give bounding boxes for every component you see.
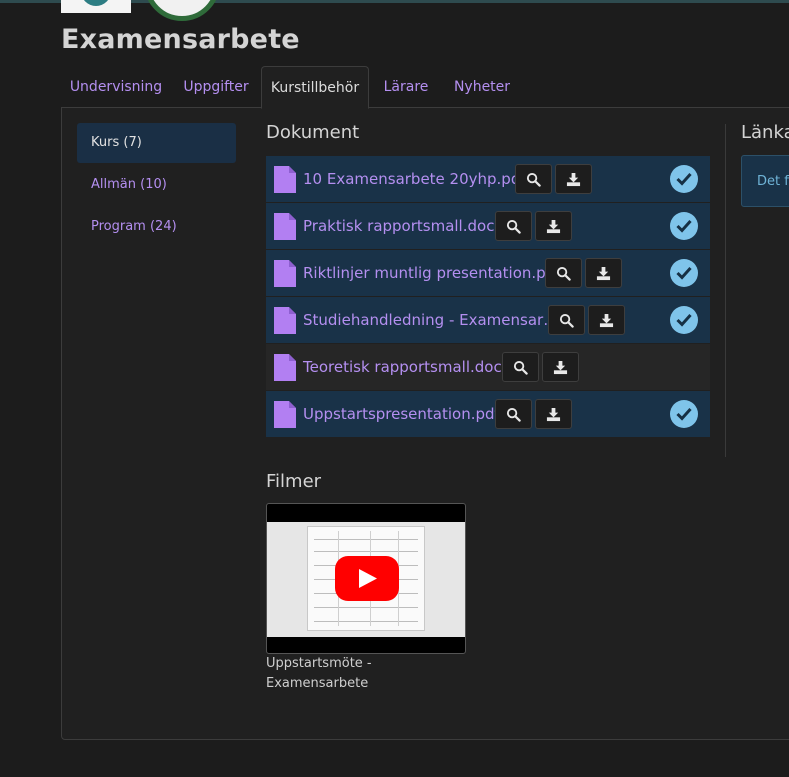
document-row: 10 Examensarbete 20yhp.pdf [266,156,710,202]
download-icon [596,266,611,281]
tab-undervisning[interactable]: Undervisning [61,66,171,108]
search-icon [559,313,574,328]
tab-uppgifter[interactable]: Uppgifter [171,66,261,108]
document-link[interactable]: Riktlinjer muntlig presentation.pdf [303,250,561,296]
download-button[interactable] [535,211,572,241]
tab-nyheter[interactable]: Nyheter [443,66,521,108]
preview-button[interactable] [548,305,585,335]
search-icon [513,360,528,375]
download-button[interactable] [535,399,572,429]
document-row: Uppstartspresentation.pdf [266,391,710,437]
check-circle-icon [670,259,698,287]
download-icon [546,219,561,234]
download-icon [566,172,581,187]
video-title[interactable]: Uppstartsmöte - Examensarbete [266,654,426,694]
preview-button[interactable] [495,211,532,241]
sidebar-item-kurs[interactable]: Kurs (7) [77,123,236,163]
document-link[interactable]: 10 Examensarbete 20yhp.pdf [303,156,526,202]
logo-emblem [81,0,111,6]
document-link[interactable]: Uppstartspresentation.pdf [303,391,500,437]
file-icon [274,401,296,428]
preview-button[interactable] [502,352,539,382]
document-link[interactable]: Studiehandledning - Examensar… [303,297,558,343]
document-row: Riktlinjer muntlig presentation.pdf [266,250,710,296]
document-row: Praktisk rapportsmall.docx [266,203,710,249]
document-link[interactable]: Teoretisk rapportsmall.docx [303,344,511,390]
documents-heading: Dokument [266,122,360,143]
partner-logo[interactable] [144,0,220,21]
links-heading: Länka [741,122,789,143]
preview-button[interactable] [515,164,552,194]
check-circle-icon [670,165,698,193]
download-button[interactable] [585,258,622,288]
tab-kurstillbehor[interactable]: Kurstillbehör [261,66,369,109]
download-button[interactable] [588,305,625,335]
school-logo[interactable] [61,0,131,13]
page-title: Examensarbete [61,24,300,55]
sidebar-item-program[interactable]: Program (24) [77,207,236,247]
video-thumbnail[interactable] [266,503,466,654]
links-notice-text: Det fi [757,174,789,189]
course-tabs: Undervisning Uppgifter Kurstillbehör Lär… [61,66,789,109]
download-icon [546,407,561,422]
links-notice: Det fi [741,155,789,207]
sidebar-item-allman[interactable]: Allmän (10) [77,165,236,205]
download-button[interactable] [542,352,579,382]
download-icon [599,313,614,328]
column-divider [725,124,726,457]
search-icon [526,172,541,187]
check-circle-icon [670,400,698,428]
file-icon [274,260,296,287]
file-icon [274,354,296,381]
download-icon [553,360,568,375]
videos-heading: Filmer [266,471,322,492]
document-link[interactable]: Praktisk rapportsmall.docx [303,203,503,249]
search-icon [556,266,571,281]
check-circle-icon [670,306,698,334]
youtube-play-icon[interactable] [335,556,399,601]
search-icon [506,219,521,234]
document-row: Teoretisk rapportsmall.docx [266,344,710,390]
download-button[interactable] [555,164,592,194]
preview-button[interactable] [545,258,582,288]
search-icon [506,407,521,422]
preview-button[interactable] [495,399,532,429]
document-row: Studiehandledning - Examensar… [266,297,710,343]
tab-larare[interactable]: Lärare [369,66,443,108]
check-circle-icon [670,212,698,240]
file-icon [274,307,296,334]
file-icon [274,213,296,240]
file-icon [274,166,296,193]
